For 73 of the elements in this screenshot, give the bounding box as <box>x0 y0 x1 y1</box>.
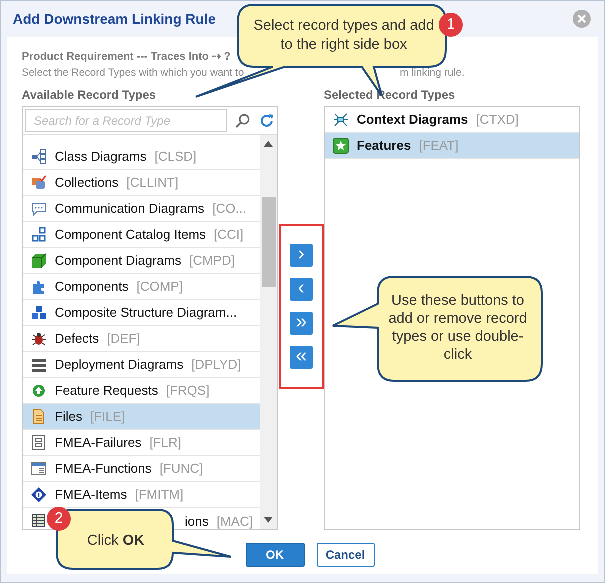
record-type-code: [FUNC] <box>160 460 204 478</box>
record-type-code: [FRQS] <box>166 382 210 400</box>
class-diagram-icon <box>31 148 47 165</box>
document-icon <box>31 408 47 425</box>
record-type-item[interactable]: Files [FILE] <box>23 404 260 430</box>
record-type-code: [DEF] <box>107 330 140 348</box>
search-field[interactable]: Search for a Record Type <box>25 109 228 132</box>
search-icon[interactable] <box>235 112 252 129</box>
record-type-code: [FILE] <box>90 408 126 426</box>
move-button[interactable]: › <box>290 244 313 267</box>
step-badge: 1 <box>439 13 463 37</box>
record-type-code: [CMPD] <box>189 252 235 270</box>
context-diagram-icon <box>333 112 349 128</box>
instruction-text: m linking rule. <box>400 66 465 80</box>
server-icon <box>31 356 47 373</box>
record-type-code: [COMP] <box>136 278 183 296</box>
record-type-name: Class Diagrams <box>55 148 147 166</box>
record-type-name: Context Diagrams <box>357 111 468 129</box>
record-type-code: [DPLYD] <box>192 356 242 374</box>
record-type-name: Files <box>55 408 82 426</box>
record-type-code: [CTXD] <box>476 111 519 129</box>
table-icon <box>31 513 47 530</box>
record-type-name: Deployment Diagrams <box>55 356 184 374</box>
record-type-name: Composite Structure Diagram... <box>55 304 238 322</box>
record-type-name: ions <box>185 512 209 530</box>
record-type-item[interactable]: Features [FEAT] <box>325 133 579 160</box>
record-type-name: Component Diagrams <box>55 252 182 270</box>
record-type-code: [FLR] <box>150 434 182 452</box>
record-type-code: [CCI] <box>214 226 244 244</box>
move-button[interactable]: ‹ <box>290 278 313 301</box>
bug-icon <box>31 330 47 347</box>
record-type-name: Feature Requests <box>55 382 158 400</box>
info-diamond-icon <box>31 486 47 503</box>
close-icon[interactable] <box>572 9 592 29</box>
record-type-name: Features <box>357 137 412 155</box>
window-icon <box>31 460 47 477</box>
cancel-button[interactable]: Cancel <box>316 543 374 568</box>
refresh-icon[interactable] <box>259 112 276 129</box>
record-type-code: [CLSD] <box>154 148 197 166</box>
record-type-name: Component Catalog Items <box>55 226 206 244</box>
record-type-name: Defects <box>55 330 100 348</box>
record-type-name: Collections <box>55 174 119 192</box>
record-type-code: [CO... <box>212 200 247 218</box>
record-type-code: [FEAT] <box>419 137 459 155</box>
move-button[interactable]: « <box>290 346 313 369</box>
dialog-title: Add Downstream Linking Rule <box>13 10 216 29</box>
scroll-down-icon[interactable] <box>264 517 273 524</box>
blocks-icon <box>31 226 47 243</box>
scrollbar[interactable] <box>260 135 277 530</box>
ok-button[interactable]: OK <box>246 543 304 568</box>
list-label: Available Record Types <box>22 87 158 104</box>
speech-bubble-icon <box>31 200 47 217</box>
callout-text: Use these buttons to add or remove record types or use double-click <box>388 292 528 364</box>
move-button[interactable]: » <box>290 312 313 335</box>
record-type-code: [MAC] <box>216 512 253 530</box>
callout-text: Select record types and add to the right side box <box>252 17 436 55</box>
puzzle-icon <box>31 278 47 295</box>
record-type-name: Communication Diagrams <box>55 200 205 218</box>
record-type-name: Components <box>55 278 129 296</box>
record-type-code: [CLLINT] <box>126 174 179 192</box>
blocks-icon <box>31 304 47 321</box>
collection-icon <box>31 174 47 191</box>
record-type-name: FMEA-Failures <box>55 434 142 452</box>
cube-icon <box>31 252 47 269</box>
callout-text: Click OK <box>86 532 146 551</box>
record-type-code: [FMITM] <box>135 486 184 504</box>
record-type-name: FMEA-Functions <box>55 460 152 478</box>
record-type-name: FMEA-Items <box>55 486 128 504</box>
form-icon <box>31 434 47 451</box>
scrollbar-thumb[interactable] <box>262 197 276 288</box>
rule-heading: Product Requirement --- Traces Into ⇢ ? <box>22 50 232 65</box>
scroll-up-icon[interactable] <box>264 141 273 148</box>
instruction-text: Select the Record Types with which you want to <box>22 66 244 78</box>
